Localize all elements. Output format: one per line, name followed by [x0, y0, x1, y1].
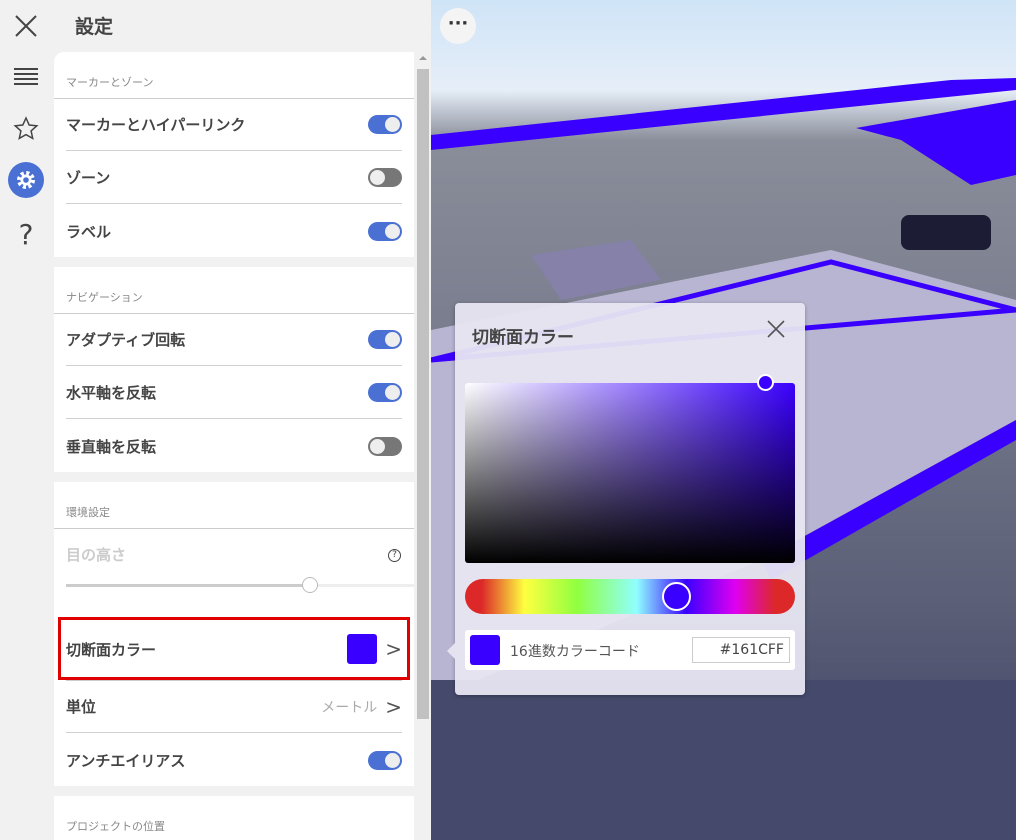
section-title: ナビゲーション — [66, 291, 143, 304]
section-title: マーカーとゾーン — [66, 76, 154, 89]
hex-row: 16進数カラーコード #161CFF — [465, 630, 795, 670]
row-label: 水平軸を反転 — [66, 384, 157, 402]
section-title: 環境設定 — [66, 506, 110, 519]
toggle-zones[interactable] — [368, 168, 402, 187]
star-icon[interactable] — [6, 109, 46, 149]
eye-height-label: 目の高さ — [66, 546, 127, 564]
row-antialias[interactable]: アンチエイリアス — [66, 734, 402, 786]
row-invert-vertical[interactable]: 垂直軸を反転 — [66, 420, 402, 472]
row-adaptive-rotation[interactable]: アダプティブ回転 — [66, 314, 402, 366]
scrollbar[interactable] — [416, 52, 430, 840]
row-markers-hyperlinks[interactable]: マーカーとハイパーリンク — [66, 99, 402, 151]
saturation-value-picker[interactable] — [465, 383, 795, 563]
help-icon[interactable]: ? — [6, 214, 46, 254]
close-icon[interactable] — [767, 320, 785, 342]
sv-picker-handle[interactable] — [757, 374, 774, 391]
toggle-invert-v[interactable] — [368, 436, 402, 456]
hue-slider[interactable] — [465, 579, 795, 614]
color-swatch[interactable] — [347, 634, 378, 664]
row-unit[interactable]: 単位 メートル > — [66, 681, 402, 733]
chevron-right-icon: > — [385, 694, 402, 719]
side-rail: ? — [0, 0, 52, 840]
eye-height-slider[interactable] — [66, 577, 414, 593]
color-preview-swatch — [470, 635, 500, 665]
section-environment: 環境設定 目の高さ ? 切断面カラー > 単位 メートル > アンチエイリアス — [54, 482, 414, 786]
hue-slider-handle[interactable] — [662, 582, 691, 611]
row-section-color[interactable]: 切断面カラー > — [66, 619, 402, 679]
list-icon[interactable] — [6, 57, 46, 97]
section-title: プロジェクトの位置 — [66, 820, 165, 833]
row-label: マーカーとハイパーリンク — [66, 116, 246, 134]
row-invert-horizontal[interactable]: 水平軸を反転 — [66, 367, 402, 419]
section-navigation: ナビゲーション アダプティブ回転 水平軸を反転 垂直軸を反転 — [54, 267, 414, 472]
section-markers: マーカーとゾーン マーカーとハイパーリンク ゾーン ラベル — [54, 52, 414, 257]
dialog-title: 切断面カラー — [472, 328, 574, 348]
help-circle-icon[interactable]: ? — [388, 549, 401, 562]
gear-icon[interactable] — [8, 162, 44, 198]
scrollbar-thumb[interactable] — [417, 69, 429, 719]
section-color-dialog: 切断面カラー 16進数カラーコード #161CFF — [447, 303, 805, 695]
dialog-pointer — [447, 643, 455, 659]
row-label: 切断面カラー — [66, 640, 157, 659]
hex-label: 16進数カラーコード — [510, 644, 640, 660]
toggle-labels[interactable] — [368, 221, 402, 241]
row-label: アンチエイリアス — [66, 751, 186, 770]
row-zones[interactable]: ゾーン — [66, 152, 402, 204]
row-labels[interactable]: ラベル — [66, 205, 402, 257]
slider-handle[interactable] — [302, 577, 318, 593]
section-project-location: プロジェクトの位置 — [54, 796, 414, 840]
more-options-button[interactable]: ··· — [440, 8, 476, 44]
close-icon[interactable] — [6, 6, 46, 46]
toggle-invert-h[interactable] — [368, 383, 402, 402]
row-label: ラベル — [66, 222, 112, 241]
toggle-markers[interactable] — [368, 115, 402, 134]
page-title: 設定 — [75, 16, 114, 38]
settings-panel: マーカーとゾーン マーカーとハイパーリンク ゾーン ラベル ナビゲーション アダ… — [54, 52, 414, 840]
row-label: アダプティブ回転 — [66, 331, 186, 349]
unit-value: メートル — [321, 699, 378, 716]
scroll-up-icon[interactable] — [419, 56, 427, 60]
toggle-adaptive[interactable] — [368, 330, 402, 349]
hex-input[interactable]: #161CFF — [692, 637, 790, 663]
chevron-right-icon: > — [385, 637, 402, 661]
row-label: ゾーン — [66, 169, 111, 187]
toggle-antialias[interactable] — [368, 750, 402, 770]
row-label: 単位 — [66, 698, 97, 716]
row-label: 垂直軸を反転 — [66, 437, 157, 456]
